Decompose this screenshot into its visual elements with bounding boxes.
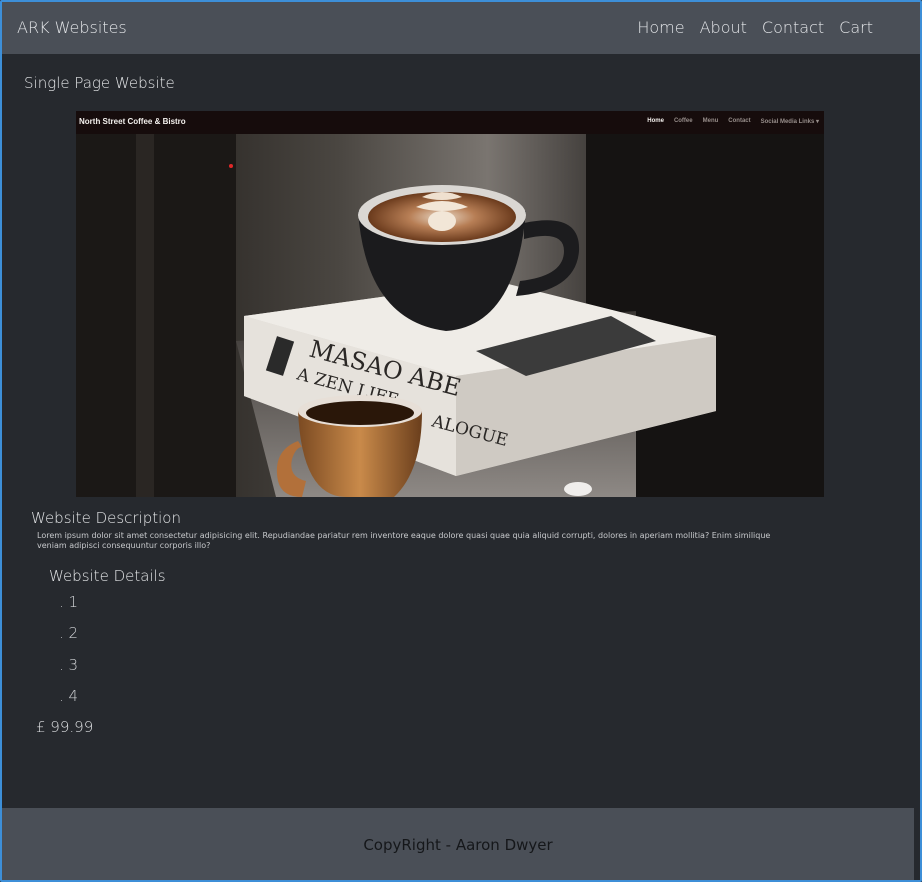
nav-contact[interactable]: Contact — [762, 18, 824, 37]
preview-navbar: North Street Coffee & Bistro Home Coffee… — [76, 111, 824, 134]
detail-item-3: . 3 — [59, 656, 79, 674]
detail-item-2: . 2 — [59, 624, 79, 642]
preview-link-home: Home — [647, 118, 664, 124]
page-frame: ARK Websites Home About Contact Cart Sin… — [0, 0, 922, 882]
description-text: Lorem ipsum dolor sit amet consectetur a… — [37, 531, 771, 550]
price: £ 99.99 — [36, 718, 94, 736]
preview-link-social: Social Media Links ▾ — [760, 119, 819, 125]
navbar: ARK Websites Home About Contact Cart — [2, 2, 920, 54]
nav-about[interactable]: About — [700, 18, 747, 37]
preview-brand: North Street Coffee & Bistro — [79, 117, 186, 126]
nav-cart[interactable]: Cart — [839, 18, 873, 37]
preview-link-coffee: Coffee — [673, 118, 693, 124]
detail-item-1: . 1 — [59, 593, 79, 611]
footer: CopyRight - Aaron Dwyer — [2, 808, 914, 880]
details-heading: Website Details — [49, 567, 166, 585]
description-heading: Website Description — [31, 509, 181, 527]
preview-nav-links: Home Coffee Menu Contact Social Media Li… — [647, 118, 819, 125]
preview-link-contact: Contact — [728, 118, 751, 124]
detail-item-4: . 4 — [59, 687, 79, 705]
coffee-photo: MASAO ABE A ZEN LIFE ALOGUE — [76, 111, 824, 497]
page-title: Single Page Website — [24, 74, 175, 92]
nav-links: Home About Contact Cart — [637, 18, 873, 37]
red-dot — [229, 164, 233, 168]
footer-copyright: CopyRight - Aaron Dwyer — [363, 836, 553, 854]
nav-home[interactable]: Home — [637, 18, 684, 37]
brand-link[interactable]: ARK Websites — [17, 18, 127, 37]
website-preview-image: North Street Coffee & Bistro Home Coffee… — [76, 111, 824, 497]
preview-link-menu: Menu — [702, 118, 719, 124]
